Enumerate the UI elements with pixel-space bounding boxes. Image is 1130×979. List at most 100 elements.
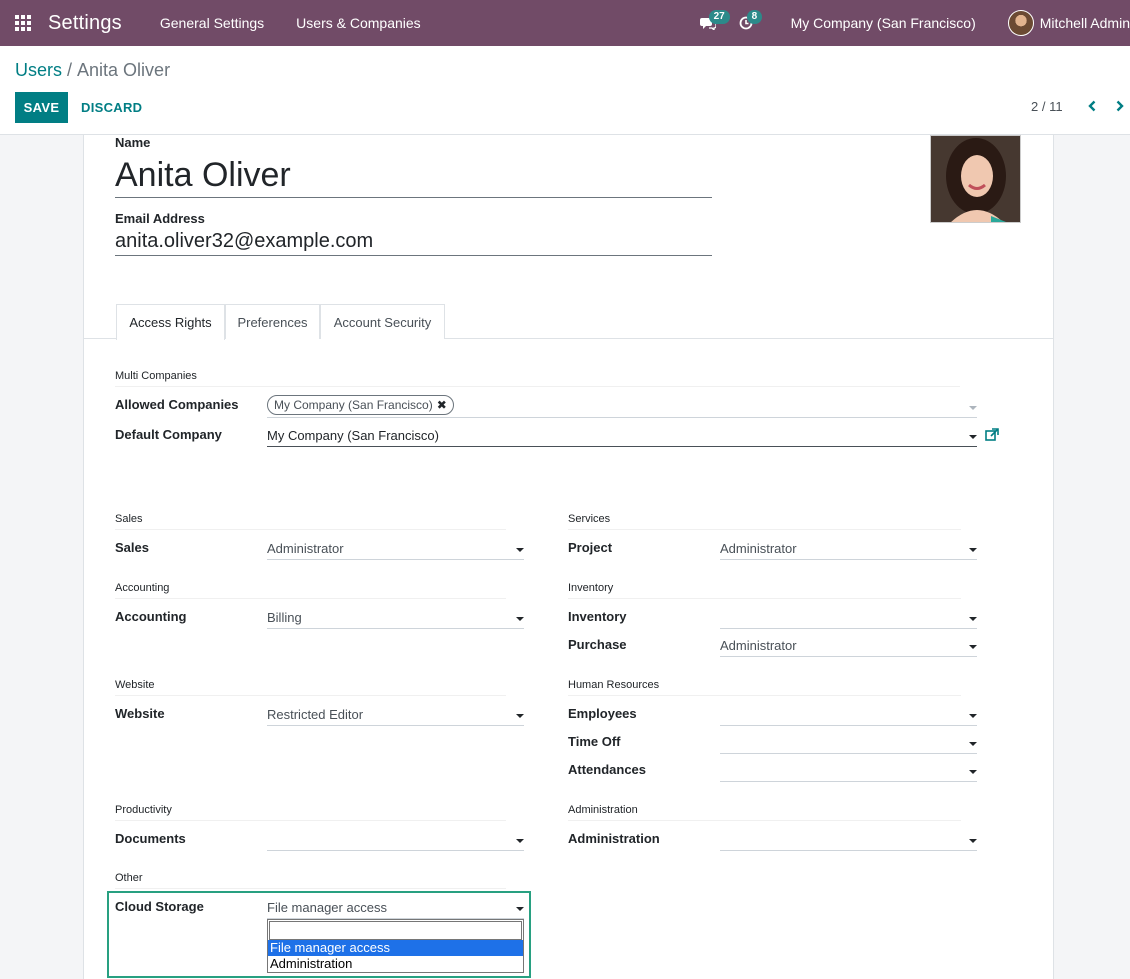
attendances-label: Attendances bbox=[568, 762, 647, 777]
messages-badge: 27 bbox=[708, 10, 730, 24]
save-button[interactable]: SAVE bbox=[15, 92, 68, 123]
user-avatar bbox=[1007, 10, 1034, 36]
employees-label: Employees bbox=[568, 706, 637, 721]
default-company-label: Default Company bbox=[115, 427, 222, 442]
administration-select[interactable] bbox=[720, 829, 977, 851]
apps-menu-icon[interactable] bbox=[0, 0, 46, 46]
app-title[interactable]: Settings bbox=[48, 12, 122, 35]
dropdown-option-administration[interactable]: Administration bbox=[268, 956, 523, 972]
pager-previous-button[interactable] bbox=[1085, 98, 1099, 114]
group-title-accounting: Accounting bbox=[115, 582, 506, 599]
user-photo[interactable] bbox=[930, 135, 1021, 223]
dropdown-option-file-manager[interactable]: File manager access bbox=[268, 940, 523, 956]
activities-button[interactable]: 8 bbox=[731, 0, 763, 46]
tab-account-security[interactable]: Account Security bbox=[320, 304, 445, 339]
documents-label: Documents bbox=[115, 831, 186, 846]
pager-next-button[interactable] bbox=[1113, 98, 1127, 114]
inventory-label: Inventory bbox=[568, 609, 627, 624]
default-company-field[interactable]: My Company (San Francisco) bbox=[267, 425, 977, 447]
attendances-select[interactable] bbox=[720, 760, 977, 782]
accounting-label: Accounting bbox=[115, 609, 187, 624]
project-label: Project bbox=[568, 540, 613, 555]
purchase-select[interactable]: Administrator bbox=[720, 635, 977, 657]
company-tag: My Company (San Francisco) ✖ bbox=[267, 395, 454, 415]
remove-tag-icon[interactable]: ✖ bbox=[437, 396, 447, 414]
name-field[interactable]: Anita Oliver bbox=[115, 155, 712, 198]
chevron-left-icon bbox=[1088, 100, 1096, 112]
project-value: Administrator bbox=[720, 541, 797, 556]
group-title-administration: Administration bbox=[568, 804, 961, 821]
top-navbar: Settings General Settings Users & Compan… bbox=[0, 0, 1130, 46]
sales-select[interactable]: Administrator bbox=[267, 538, 524, 560]
chevron-down-icon bbox=[969, 839, 977, 843]
sales-label: Sales bbox=[115, 540, 149, 555]
chevron-down-icon bbox=[969, 548, 977, 552]
chevron-down-icon bbox=[969, 770, 977, 774]
sales-value: Administrator bbox=[267, 541, 344, 556]
company-switcher[interactable]: My Company (San Francisco) bbox=[791, 15, 976, 31]
email-field[interactable]: anita.oliver32@example.com bbox=[115, 229, 712, 256]
tab-access-rights[interactable]: Access Rights bbox=[116, 304, 225, 340]
chevron-down-icon bbox=[516, 907, 524, 911]
breadcrumb-current: Anita Oliver bbox=[77, 60, 171, 80]
chevron-down-icon bbox=[969, 742, 977, 746]
group-title-inventory: Inventory bbox=[568, 582, 961, 599]
form-sheet: Name Anita Oliver Email Address anita.ol… bbox=[83, 135, 1054, 979]
cloud-storage-label: Cloud Storage bbox=[115, 899, 204, 914]
time-off-select[interactable] bbox=[720, 732, 977, 754]
pager-value[interactable]: 2 / 11 bbox=[1031, 99, 1063, 114]
chevron-down-icon bbox=[969, 714, 977, 718]
administration-label: Administration bbox=[568, 831, 660, 846]
chevron-right-icon bbox=[1116, 100, 1124, 112]
website-value: Restricted Editor bbox=[267, 707, 364, 722]
employees-select[interactable] bbox=[720, 704, 977, 726]
cloud-storage-value: File manager access bbox=[267, 900, 387, 915]
group-title-website: Website bbox=[115, 679, 506, 696]
group-title-services: Services bbox=[568, 513, 961, 530]
group-title-other: Other bbox=[115, 872, 506, 889]
name-label: Name bbox=[115, 135, 151, 150]
cloud-storage-dropdown: File manager access Administration bbox=[267, 919, 524, 973]
accounting-select[interactable]: Billing bbox=[267, 607, 524, 629]
breadcrumb-users-link[interactable]: Users bbox=[15, 60, 62, 80]
portrait-image bbox=[931, 136, 1020, 222]
purchase-value: Administrator bbox=[720, 638, 797, 653]
chevron-down-icon bbox=[969, 645, 977, 649]
accounting-value: Billing bbox=[267, 610, 302, 625]
project-select[interactable]: Administrator bbox=[720, 538, 977, 560]
user-menu[interactable]: Mitchell Admin bbox=[1007, 10, 1130, 36]
dropdown-search-input[interactable] bbox=[269, 921, 522, 940]
time-off-label: Time Off bbox=[568, 734, 621, 749]
messages-button[interactable]: 27 bbox=[693, 0, 730, 46]
documents-select[interactable] bbox=[267, 829, 524, 851]
chevron-down-icon bbox=[516, 839, 524, 843]
external-link-icon[interactable] bbox=[985, 428, 999, 442]
tab-preferences[interactable]: Preferences bbox=[225, 304, 320, 339]
chevron-down-icon bbox=[969, 435, 977, 439]
group-title-human-resources: Human Resources bbox=[568, 679, 961, 696]
activities-badge: 8 bbox=[746, 10, 763, 24]
breadcrumb: Users / Anita Oliver bbox=[15, 60, 170, 81]
group-title-multi-companies: Multi Companies bbox=[115, 370, 960, 387]
email-label: Email Address bbox=[115, 211, 205, 226]
discard-button[interactable]: DISCARD bbox=[81, 100, 142, 115]
form-tabs: Access Rights Preferences Account Securi… bbox=[84, 304, 1053, 340]
chevron-down-icon bbox=[969, 617, 977, 621]
inventory-select[interactable] bbox=[720, 607, 977, 629]
default-company-value: My Company (San Francisco) bbox=[267, 428, 439, 443]
allowed-companies-label: Allowed Companies bbox=[115, 397, 239, 412]
chevron-down-icon bbox=[516, 617, 524, 621]
menu-general-settings[interactable]: General Settings bbox=[160, 15, 264, 31]
purchase-label: Purchase bbox=[568, 637, 627, 652]
allowed-companies-field[interactable]: My Company (San Francisco) ✖ bbox=[267, 395, 977, 418]
website-label: Website bbox=[115, 706, 165, 721]
chevron-down-icon bbox=[516, 548, 524, 552]
group-title-sales: Sales bbox=[115, 513, 506, 530]
company-tag-label: My Company (San Francisco) bbox=[274, 398, 433, 412]
breadcrumb-separator: / bbox=[67, 60, 73, 80]
menu-users-companies[interactable]: Users & Companies bbox=[296, 15, 421, 31]
website-select[interactable]: Restricted Editor bbox=[267, 704, 524, 726]
chevron-down-icon bbox=[969, 406, 977, 410]
chevron-down-icon bbox=[516, 714, 524, 718]
cloud-storage-select[interactable]: File manager access bbox=[267, 897, 524, 919]
